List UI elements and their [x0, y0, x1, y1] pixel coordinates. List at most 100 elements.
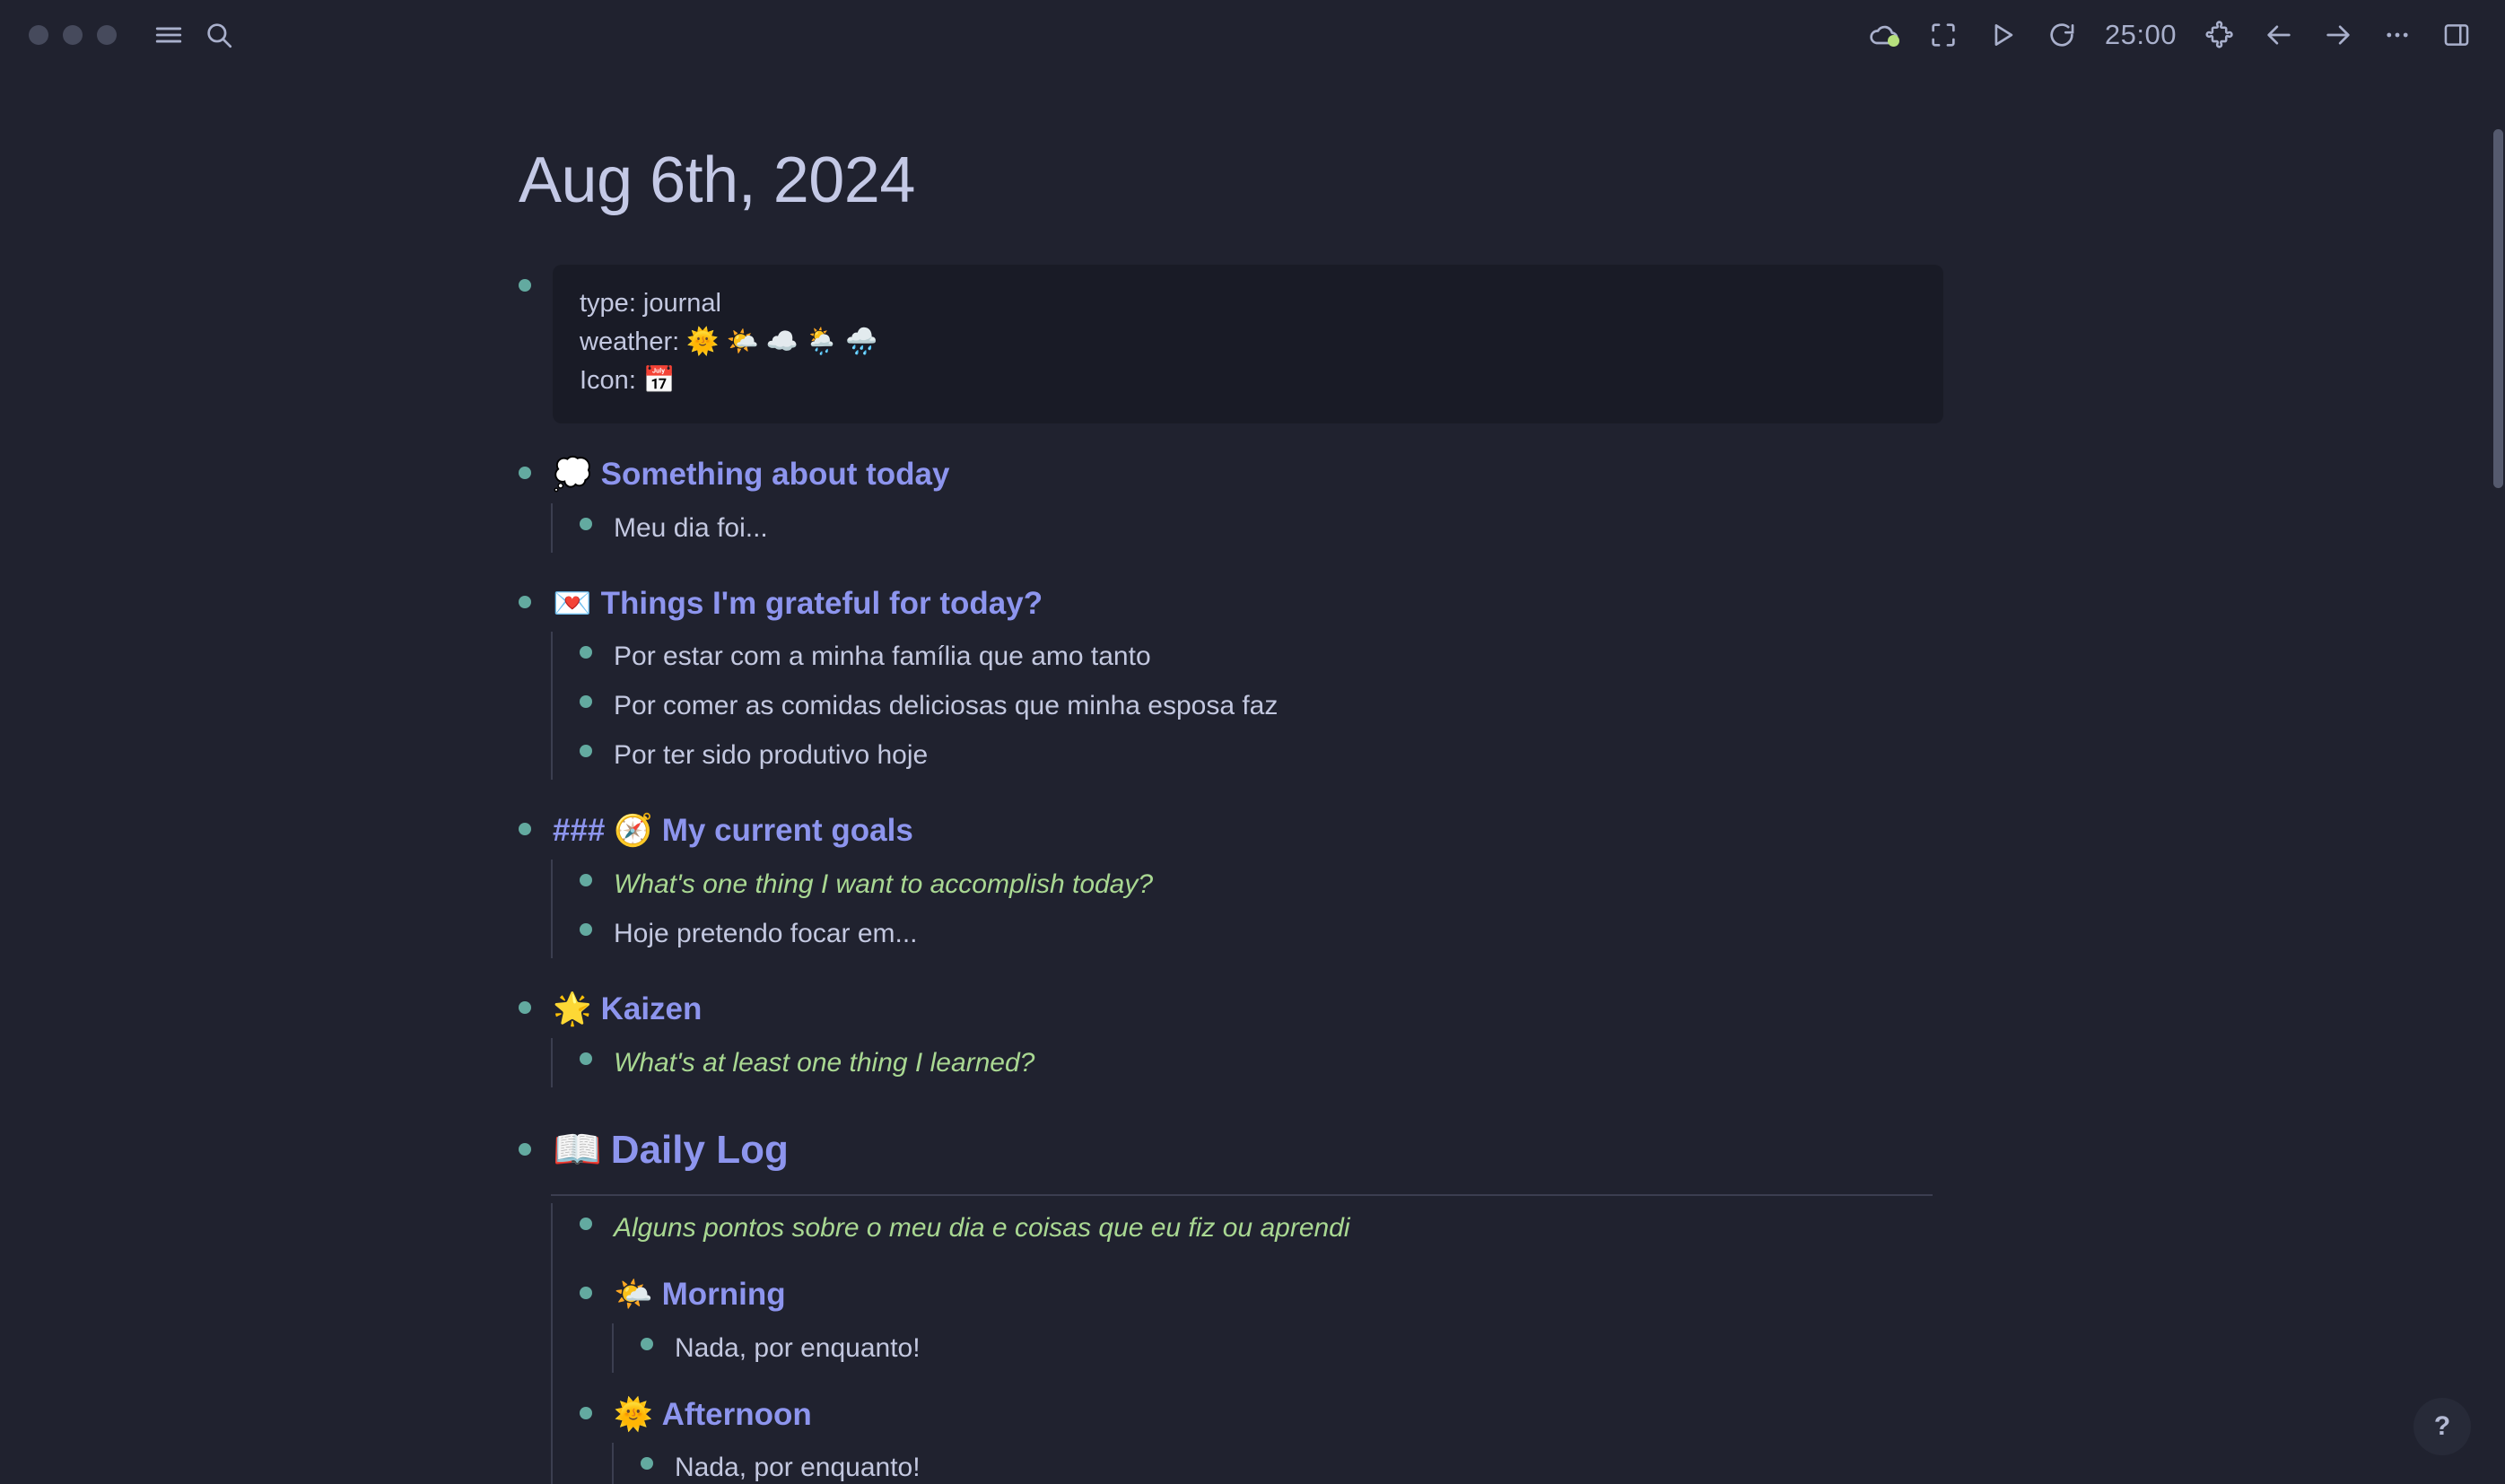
subsection-children: Nada, por enquanto!	[612, 1443, 2505, 1484]
heading-label: Kaizen	[600, 991, 703, 1026]
search-icon[interactable]	[194, 10, 244, 60]
forward-arrow-icon[interactable]	[2313, 10, 2363, 60]
heading-label: Afternoon	[661, 1396, 812, 1432]
frontmatter-icon: Icon: 📅	[580, 366, 676, 395]
outline-bullet[interactable]	[580, 1406, 592, 1419]
maximize-window-button[interactable]	[97, 25, 117, 45]
close-window-button[interactable]	[29, 25, 48, 45]
outline-bullet[interactable]	[580, 745, 592, 758]
heading-afternoon[interactable]: 🌞 Afternoon	[614, 1387, 812, 1444]
toggle-right-sidebar-icon[interactable]	[2431, 10, 2482, 60]
glowing-star-icon: 🌟	[553, 991, 592, 1027]
prompt-text[interactable]: What's at least one thing I learned?	[614, 1038, 1034, 1087]
heading-kaizen[interactable]: 🌟 Kaizen	[553, 982, 702, 1038]
section-heading-row: 💌 Things I'm grateful for today?	[519, 576, 2505, 633]
outline-bullet[interactable]	[519, 279, 531, 292]
focus-mode-icon[interactable]	[1918, 10, 1968, 60]
list-item-text[interactable]: Nada, por enquanto!	[675, 1443, 921, 1484]
heading-label: Daily Log	[610, 1127, 789, 1172]
obsidian-window: 25:00 Aug 6th, 2024 type: journal weathe…	[0, 0, 2505, 1484]
list-item: Por estar com a minha família que amo ta…	[580, 632, 2505, 681]
outline-bullet[interactable]	[580, 1287, 592, 1300]
heading-my-current-goals[interactable]: ### 🧭 My current goals	[553, 803, 913, 860]
note-editor[interactable]: Aug 6th, 2024 type: journal weather: 🌞 🌤…	[0, 70, 2505, 1484]
menu-icon[interactable]	[144, 10, 194, 60]
frontmatter-type: type: journal	[580, 289, 721, 319]
sync-status-dot	[1887, 35, 1899, 47]
section-children: What's at least one thing I learned?	[551, 1037, 2505, 1087]
heading-label: Something about today	[600, 456, 950, 492]
heading-label: Morning	[661, 1277, 786, 1313]
section-children: Por estar com a minha família que amo ta…	[551, 632, 2505, 781]
outline-bullet[interactable]	[519, 595, 531, 608]
heading-label: My current goals	[661, 813, 913, 849]
titlebar: 25:00	[0, 0, 2505, 70]
list-item: Hoje pretendo focar em...	[580, 909, 2505, 958]
outline-bullet[interactable]	[641, 1337, 653, 1350]
titlebar-left	[0, 10, 244, 60]
reset-timer-icon[interactable]	[2037, 10, 2087, 60]
list-item: Nada, por enquanto!	[641, 1323, 2505, 1373]
minimize-window-button[interactable]	[63, 25, 83, 45]
list-item: Por comer as comidas deliciosas que minh…	[580, 681, 2505, 730]
outline-bullet[interactable]	[580, 1052, 592, 1065]
outline-bullet[interactable]	[580, 922, 592, 936]
prompt-text[interactable]: What's one thing I want to accomplish to…	[614, 860, 1153, 909]
thought-balloon-icon: 💭	[553, 456, 592, 493]
page-title[interactable]: Aug 6th, 2024	[519, 144, 2505, 216]
subsection-children: Nada, por enquanto!	[612, 1323, 2505, 1373]
heading-morning[interactable]: 🌤️ Morning	[614, 1267, 786, 1323]
subsection-heading-row: 🌞 Afternoon	[580, 1387, 2505, 1444]
list-item-text[interactable]: Por ter sido produtivo hoje	[614, 730, 928, 780]
list-item-text[interactable]: Meu dia foi...	[614, 503, 768, 553]
outline-bullet[interactable]	[580, 517, 592, 530]
compass-icon: 🧭	[614, 813, 653, 850]
outline-bullet[interactable]	[580, 873, 592, 886]
sun-with-face-icon: 🌞	[614, 1396, 653, 1433]
pomodoro-timer[interactable]: 25:00	[2096, 19, 2186, 51]
more-options-icon[interactable]	[2372, 10, 2422, 60]
sun-behind-cloud-icon: 🌤️	[614, 1277, 653, 1314]
outline-bullet[interactable]	[519, 466, 531, 479]
list-item-text[interactable]: Por estar com a minha família que amo ta…	[614, 632, 1151, 681]
section-heading-row: ### 🧭 My current goals	[519, 803, 2505, 860]
list-item: What's one thing I want to accomplish to…	[580, 860, 2505, 909]
section-children: What's one thing I want to accomplish to…	[551, 859, 2505, 958]
section-heading-row: 💭 Something about today	[519, 447, 2505, 503]
scrollbar-thumb[interactable]	[2493, 129, 2503, 488]
prompt-text[interactable]: Alguns pontos sobre o meu dia e coisas q…	[614, 1203, 1350, 1253]
play-icon[interactable]	[1977, 10, 2028, 60]
outline-bullet[interactable]	[519, 1142, 531, 1156]
list-item-text[interactable]: Nada, por enquanto!	[675, 1323, 921, 1373]
list-item: Meu dia foi...	[580, 503, 2505, 553]
open-book-icon: 📖	[553, 1126, 602, 1173]
list-item: Alguns pontos sobre o meu dia e coisas q…	[580, 1203, 2505, 1253]
list-item-text[interactable]: Hoje pretendo focar em...	[614, 909, 918, 958]
heading-label: Things I'm grateful for today?	[600, 585, 1043, 621]
list-item-text[interactable]: Por comer as comidas deliciosas que minh…	[614, 681, 1278, 730]
back-arrow-icon[interactable]	[2254, 10, 2304, 60]
markdown-prefix: ###	[553, 813, 615, 849]
cloud-sync-icon[interactable]	[1859, 10, 1909, 60]
subsection-heading-row: 🌤️ Morning	[580, 1267, 2505, 1323]
list-item: What's at least one thing I learned?	[580, 1038, 2505, 1087]
list-item: Nada, por enquanto!	[641, 1443, 2505, 1484]
note-document: Aug 6th, 2024 type: journal weather: 🌞 🌤…	[0, 70, 2505, 1484]
outline-bullet[interactable]	[641, 1457, 653, 1471]
plugin-icon[interactable]	[2195, 10, 2245, 60]
section-children: Meu dia foi...	[551, 502, 2505, 553]
outline-bullet[interactable]	[580, 695, 592, 709]
outline-bullet[interactable]	[519, 1000, 531, 1014]
frontmatter-block[interactable]: type: journal weather: 🌞 🌤️ ☁️ 🌦️ 🌧️ Ico…	[553, 265, 1943, 423]
vertical-scrollbar[interactable]	[2492, 70, 2505, 1484]
frontmatter-row: type: journal weather: 🌞 🌤️ ☁️ 🌦️ 🌧️ Ico…	[519, 265, 2505, 423]
outline-bullet[interactable]	[580, 1218, 592, 1231]
heading-something-about-today[interactable]: 💭 Something about today	[553, 447, 949, 503]
titlebar-right: 25:00	[1859, 0, 2482, 70]
frontmatter-weather: weather: 🌞 🌤️ ☁️ 🌦️ 🌧️	[580, 327, 878, 357]
heading-daily-log[interactable]: 📖 Daily Log	[553, 1118, 789, 1182]
outline-bullet[interactable]	[580, 646, 592, 659]
help-button[interactable]: ?	[2413, 1398, 2471, 1455]
heading-things-grateful[interactable]: 💌 Things I'm grateful for today?	[553, 576, 1043, 633]
outline-bullet[interactable]	[519, 823, 531, 836]
